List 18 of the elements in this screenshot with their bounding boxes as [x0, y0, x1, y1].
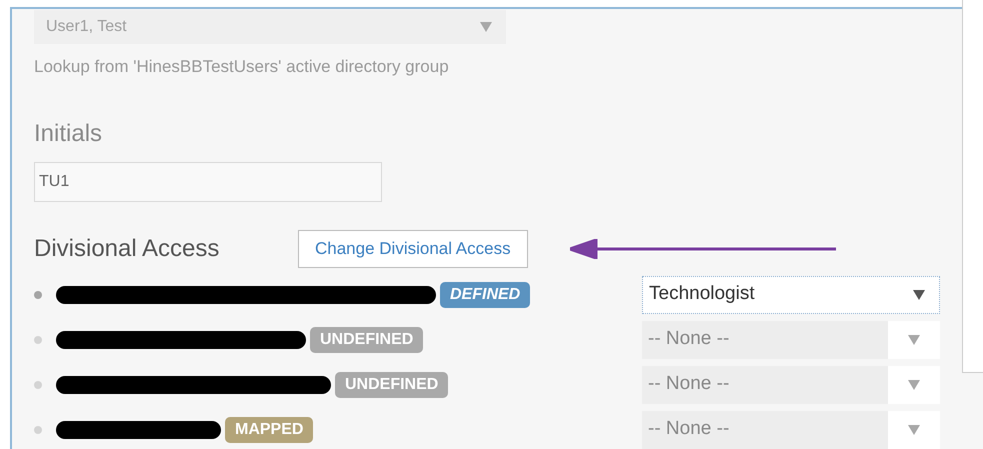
dropdown-caret-icon: [908, 380, 920, 390]
role-select[interactable]: -- None --: [642, 410, 940, 448]
dropdown-caret-icon: [908, 424, 920, 434]
dropdown-caret-icon: [913, 290, 925, 300]
status-badge: DEFINED: [440, 282, 530, 308]
status-badge: UNDEFINED: [310, 326, 424, 352]
dropdown-caret-icon: [908, 334, 920, 344]
section-heading: Divisional Access: [34, 234, 220, 264]
status-badge: UNDEFINED: [335, 372, 448, 398]
role-select[interactable]: -- None --: [642, 366, 940, 404]
role-select[interactable]: Technologist: [642, 276, 940, 314]
status-badge: MAPPED: [225, 416, 314, 442]
lookup-hint: Lookup from 'HinesBBTestUsers' active directory group: [34, 56, 450, 78]
initials-field[interactable]: TU1: [34, 162, 382, 202]
dropdown-caret-icon: [480, 22, 492, 32]
role-select[interactable]: -- None --: [642, 320, 940, 358]
change-divisional-access-button[interactable]: Change Divisional Access: [298, 230, 528, 268]
initials-label: Initials: [34, 118, 104, 148]
